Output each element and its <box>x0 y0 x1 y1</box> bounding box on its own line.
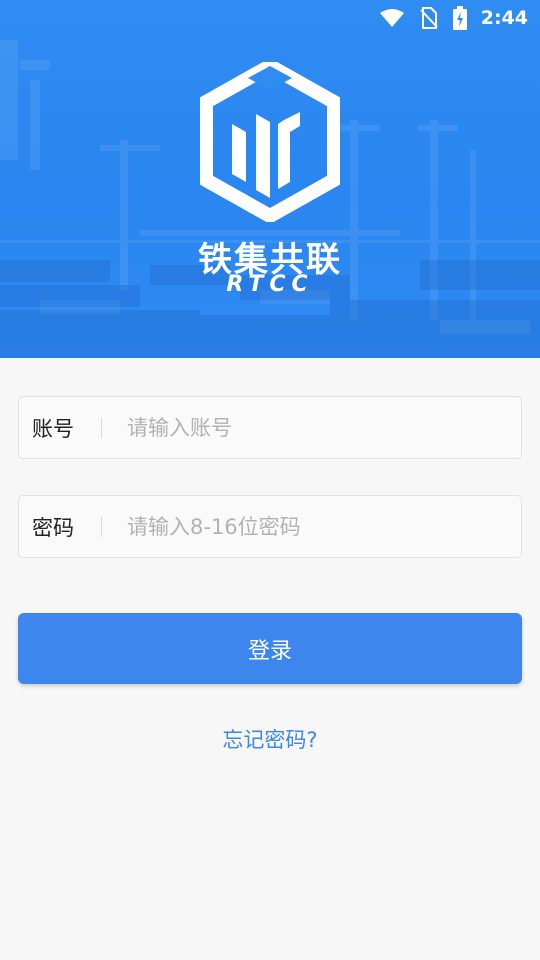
battery-charging-icon <box>452 6 467 30</box>
account-label: 账号 <box>32 416 74 441</box>
brand-name-en: RTCC <box>226 272 314 297</box>
login-button[interactable]: 登录 <box>18 613 522 684</box>
no-sim-icon <box>419 7 439 29</box>
password-field[interactable]: 密码 <box>18 495 522 558</box>
forgot-password-link[interactable]: 忘记密码? <box>0 724 540 754</box>
password-input[interactable] <box>102 496 521 557</box>
password-label: 密码 <box>32 515 74 540</box>
rtcc-logo-icon <box>199 57 341 225</box>
status-bar: 2:44 <box>0 0 540 36</box>
wifi-icon <box>379 8 405 28</box>
hero-banner: 2:44 铁集共联 RTCC <box>0 0 540 358</box>
account-input[interactable] <box>102 397 521 458</box>
account-field[interactable]: 账号 <box>18 396 522 459</box>
status-time: 2:44 <box>480 7 528 29</box>
